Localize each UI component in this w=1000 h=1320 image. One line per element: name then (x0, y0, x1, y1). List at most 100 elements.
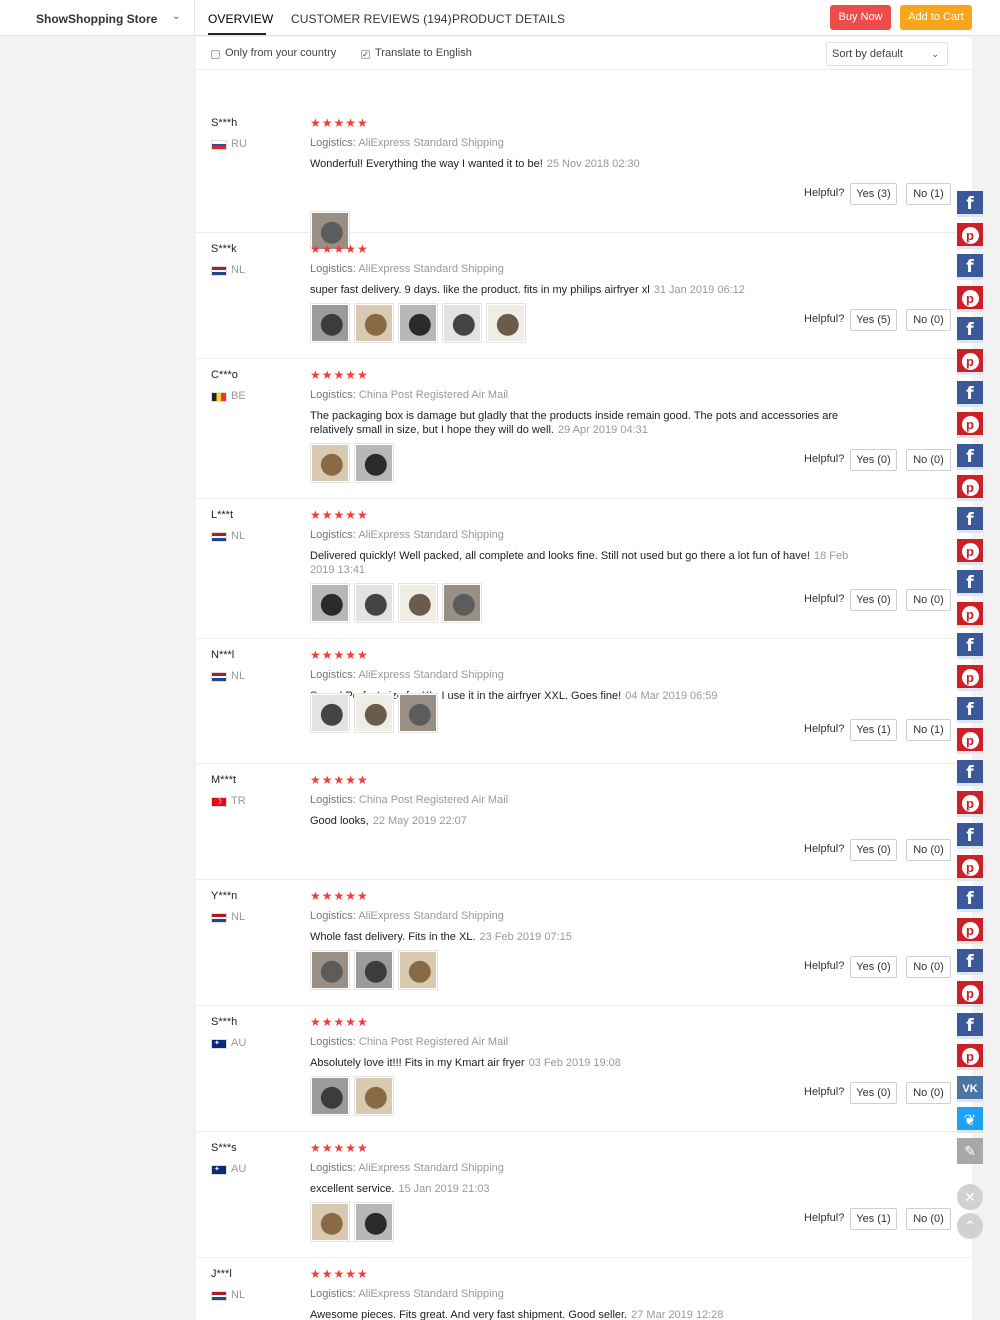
tab-product-details[interactable]: PRODUCT DETAILS (452, 12, 565, 26)
edit-icon[interactable]: ✎ (957, 1138, 983, 1164)
review-photos (310, 443, 394, 483)
review-photo-thumbnail[interactable] (398, 583, 438, 623)
helpful-yes-button[interactable]: Yes (3) (850, 183, 897, 205)
only-country-checkbox[interactable] (211, 50, 220, 59)
tab-overview[interactable]: OVERVIEW (208, 12, 273, 26)
twitter-icon[interactable]: ❦ (957, 1107, 983, 1134)
only-country-label[interactable]: Only from your country (225, 47, 336, 59)
helpful-yes-button[interactable]: Yes (0) (850, 449, 897, 471)
helpful-no-button[interactable]: No (0) (906, 1082, 951, 1104)
pinterest-icon[interactable]: p (957, 601, 983, 628)
review-photo-thumbnail[interactable] (354, 693, 394, 733)
review-photo-thumbnail[interactable] (398, 303, 438, 343)
logistics-line: Logistics: AliExpress Standard Shipping (310, 1162, 504, 1174)
review-photo-thumbnail[interactable] (354, 443, 394, 483)
facebook-icon[interactable]: f (957, 759, 983, 786)
facebook-icon[interactable]: f (957, 949, 983, 976)
helpful-no-button[interactable]: No (1) (906, 719, 951, 741)
helpful-no-button[interactable]: No (0) (906, 309, 951, 331)
review-photo-thumbnail[interactable] (354, 950, 394, 990)
pinterest-icon[interactable]: p (957, 917, 983, 944)
store-name[interactable]: ShowShopping Store (36, 12, 157, 26)
review-photo-thumbnail[interactable] (354, 303, 394, 343)
close-icon[interactable]: ✕ (957, 1184, 983, 1210)
helpful-no-button[interactable]: No (1) (906, 183, 951, 205)
add-to-cart-button[interactable]: Add to Cart (900, 5, 972, 30)
review-photo-thumbnail[interactable] (310, 443, 350, 483)
helpful-no-button[interactable]: No (0) (906, 1208, 951, 1230)
reviewer-name: Y***n (211, 890, 238, 902)
facebook-icon[interactable]: f (957, 191, 983, 217)
facebook-icon[interactable]: f (957, 696, 983, 723)
facebook-icon[interactable]: f (957, 317, 983, 344)
translate-label[interactable]: Translate to English (375, 47, 472, 59)
review-photo-thumbnail[interactable] (310, 583, 350, 623)
rating-stars: ★★★★★ (310, 508, 369, 522)
review-photo-thumbnail[interactable] (442, 583, 482, 623)
facebook-icon[interactable]: f (957, 443, 983, 470)
helpful-yes-button[interactable]: Yes (1) (850, 719, 897, 741)
facebook-icon[interactable]: f (957, 633, 983, 660)
review-photo-thumbnail[interactable] (486, 303, 526, 343)
review-photo-thumbnail[interactable] (310, 1076, 350, 1116)
pinterest-icon[interactable]: p (957, 538, 983, 565)
review-photos (310, 1076, 394, 1116)
pinterest-icon[interactable]: p (957, 981, 983, 1007)
review-photo-thumbnail[interactable] (442, 303, 482, 343)
facebook-icon[interactable]: f (957, 823, 983, 849)
pinterest-icon[interactable]: p (957, 728, 983, 755)
review-photo-thumbnail[interactable] (310, 1202, 350, 1242)
helpful-no-button[interactable]: No (0) (906, 449, 951, 471)
pinterest-icon[interactable]: p (957, 1044, 983, 1071)
review-photo-thumbnail[interactable] (310, 693, 350, 733)
review-date: 31 Jan 2019 06:12 (653, 284, 745, 296)
pinterest-icon[interactable]: p (957, 665, 983, 691)
helpful-no-button[interactable]: No (0) (906, 589, 951, 611)
reviewer-country: AU (231, 1037, 247, 1049)
pinterest-icon[interactable]: p (957, 475, 983, 502)
sort-select[interactable]: Sort by default ⌄ (826, 42, 948, 66)
reviewer-name: C***o (211, 369, 238, 381)
review-photo-thumbnail[interactable] (354, 1202, 394, 1242)
review-text: super fast delivery. 9 days. like the pr… (310, 283, 870, 297)
review-body: Good looks, (310, 815, 369, 827)
tab-customer-reviews[interactable]: CUSTOMER REVIEWS (194) (291, 12, 452, 26)
helpful-yes-button[interactable]: Yes (1) (850, 1208, 897, 1230)
chevron-down-icon[interactable]: ⌄ (172, 11, 180, 22)
review-photo-thumbnail[interactable] (398, 950, 438, 990)
review-photo-thumbnail[interactable] (310, 950, 350, 990)
pinterest-icon[interactable]: p (957, 791, 983, 818)
helpful-no-button[interactable]: No (0) (906, 956, 951, 978)
scroll-top-icon[interactable]: ⌃ (957, 1213, 983, 1239)
helpful-yes-button[interactable]: Yes (0) (850, 1082, 897, 1104)
facebook-icon[interactable]: f (957, 886, 983, 913)
buy-now-button[interactable]: Buy Now (830, 5, 891, 30)
helpful-yes-button[interactable]: Yes (5) (850, 309, 897, 331)
logistics-method: China Post Registered Air Mail (358, 794, 509, 806)
vk-icon[interactable]: VK (957, 1075, 983, 1102)
pinterest-icon[interactable]: p (957, 222, 983, 249)
review-photo-thumbnail[interactable] (398, 693, 438, 733)
helpful-no-button[interactable]: No (0) (906, 839, 951, 861)
facebook-icon[interactable]: f (957, 254, 983, 281)
country-flag-icon (211, 392, 227, 402)
helpful-label: Helpful? (804, 187, 845, 199)
facebook-icon[interactable]: f (957, 570, 983, 597)
helpful-yes-button[interactable]: Yes (0) (850, 839, 897, 861)
review-photo-thumbnail[interactable] (310, 303, 350, 343)
reviewer-country: NL (231, 264, 246, 276)
facebook-icon[interactable]: f (957, 1012, 983, 1039)
pinterest-icon[interactable]: p (957, 285, 983, 312)
facebook-icon[interactable]: f (957, 507, 983, 533)
helpful-yes-button[interactable]: Yes (0) (850, 956, 897, 978)
review-photo-thumbnail[interactable] (354, 583, 394, 623)
pinterest-icon[interactable]: p (957, 412, 983, 439)
pinterest-icon[interactable]: p (957, 349, 983, 375)
helpful-yes-button[interactable]: Yes (0) (850, 589, 897, 611)
translate-checkbox[interactable]: ✓ (361, 50, 370, 59)
facebook-icon[interactable]: f (957, 380, 983, 407)
pinterest-icon[interactable]: p (957, 854, 983, 881)
reviewer-name: S***h (211, 117, 238, 129)
logistics-label: Logistics: (310, 137, 356, 149)
review-photo-thumbnail[interactable] (354, 1076, 394, 1116)
